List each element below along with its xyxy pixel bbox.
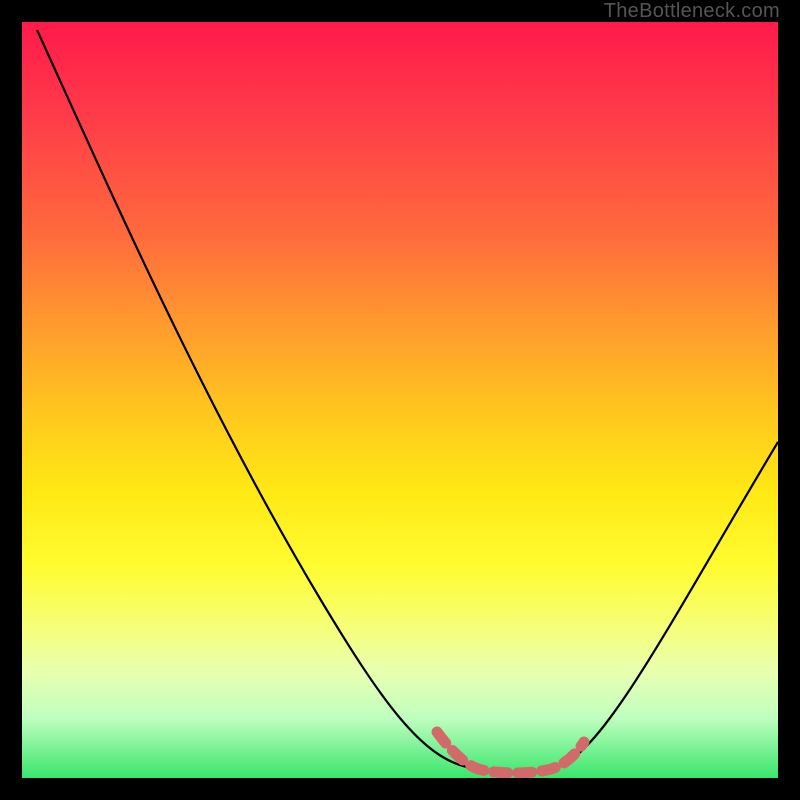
watermark-text: TheBottleneck.com: [604, 0, 780, 23]
optimal-range-marker: [437, 732, 584, 773]
bottleneck-curve-svg: [22, 22, 778, 778]
chart-frame: [22, 22, 778, 778]
bottleneck-curve-line: [37, 30, 778, 772]
